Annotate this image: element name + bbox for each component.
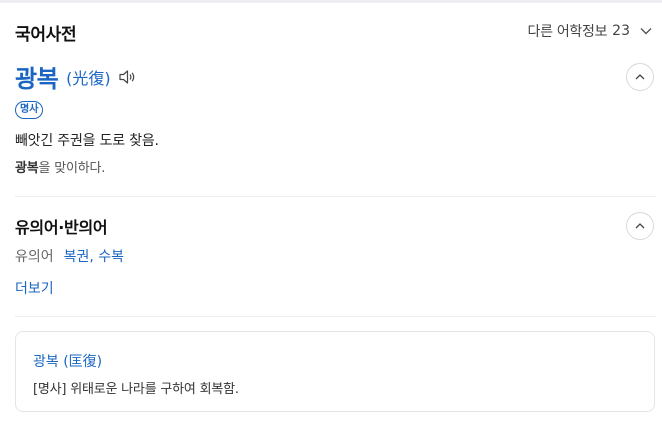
chevron-up-icon [635,74,645,80]
top-divider [0,0,662,3]
related-entry-title[interactable]: 광복 (匡復) [33,351,102,371]
synonym-links[interactable]: 복권, 수복 [64,246,124,266]
example-sentence: 광복을 맞이하다. [15,157,105,176]
entry-heading: 광복 (光復) [15,59,137,94]
definition-text: 빼앗긴 주권을 도로 찾음. [15,133,159,149]
synonym-antonym-title: 유의어·반의어 [15,218,108,237]
chevron-up-icon [635,223,645,229]
chevron-down-icon [638,23,654,39]
synonym-row: 유의어 복권, 수복 [15,246,124,266]
example-rest: 을 맞이하다. [38,161,106,176]
related-entry-definition: [명사] 위태로운 나라를 구하여 회복함. [33,382,239,397]
more-link[interactable]: 더보기 [15,278,54,298]
section-divider [15,196,656,197]
collapse-entry-button[interactable] [626,63,654,91]
section-divider [15,316,656,317]
section-title-dictionary: 국어사전 [15,25,77,45]
other-language-info-button[interactable]: 다른 어학정보 23 [528,21,654,41]
synonym-label: 유의어 [15,249,54,265]
speaker-icon[interactable] [117,67,137,87]
collapse-related-button[interactable] [626,212,654,240]
other-language-info-label: 다른 어학정보 [527,24,608,40]
example-headword: 광복 [15,161,39,176]
part-of-speech-badge: 명사 [15,101,44,119]
hanja-link[interactable]: (光復) [66,65,111,89]
other-language-info-count: 23 [612,23,630,39]
headword-link[interactable]: 광복 [15,59,59,94]
related-entry-card[interactable]: 광복 (匡復) [명사] 위태로운 나라를 구하여 회복함. [15,331,655,412]
